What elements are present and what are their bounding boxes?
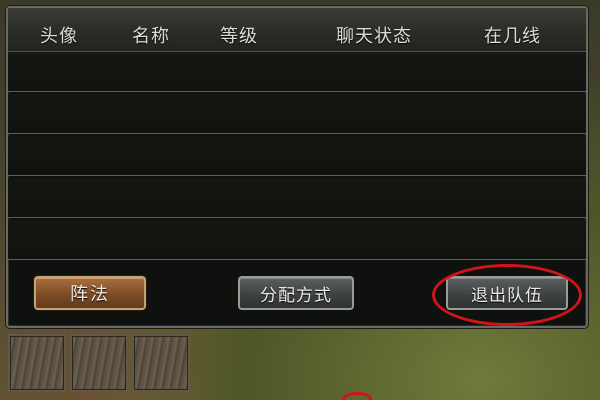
skill-slot[interactable] [132, 334, 190, 392]
team-member-list [8, 52, 586, 270]
table-row[interactable] [8, 220, 586, 260]
distribution-mode-button[interactable]: 分配方式 [238, 276, 354, 310]
red-annotation-mark [342, 392, 372, 400]
column-header-chat-status: 聊天状态 [336, 26, 412, 47]
table-header: 头像 名称 等级 聊天状态 在几线 [8, 8, 586, 52]
table-row[interactable] [8, 52, 586, 92]
skill-slot[interactable] [70, 334, 128, 392]
table-row[interactable] [8, 178, 586, 218]
leave-team-button[interactable]: 退出队伍 [446, 276, 568, 310]
column-header-level: 等级 [220, 26, 258, 47]
column-header-line: 在几线 [484, 26, 541, 47]
skill-slot[interactable] [8, 334, 66, 392]
table-row[interactable] [8, 94, 586, 134]
table-row[interactable] [8, 136, 586, 176]
column-header-avatar: 头像 [40, 26, 78, 47]
column-header-name: 名称 [132, 26, 170, 47]
formation-button[interactable]: 阵法 [34, 276, 146, 310]
